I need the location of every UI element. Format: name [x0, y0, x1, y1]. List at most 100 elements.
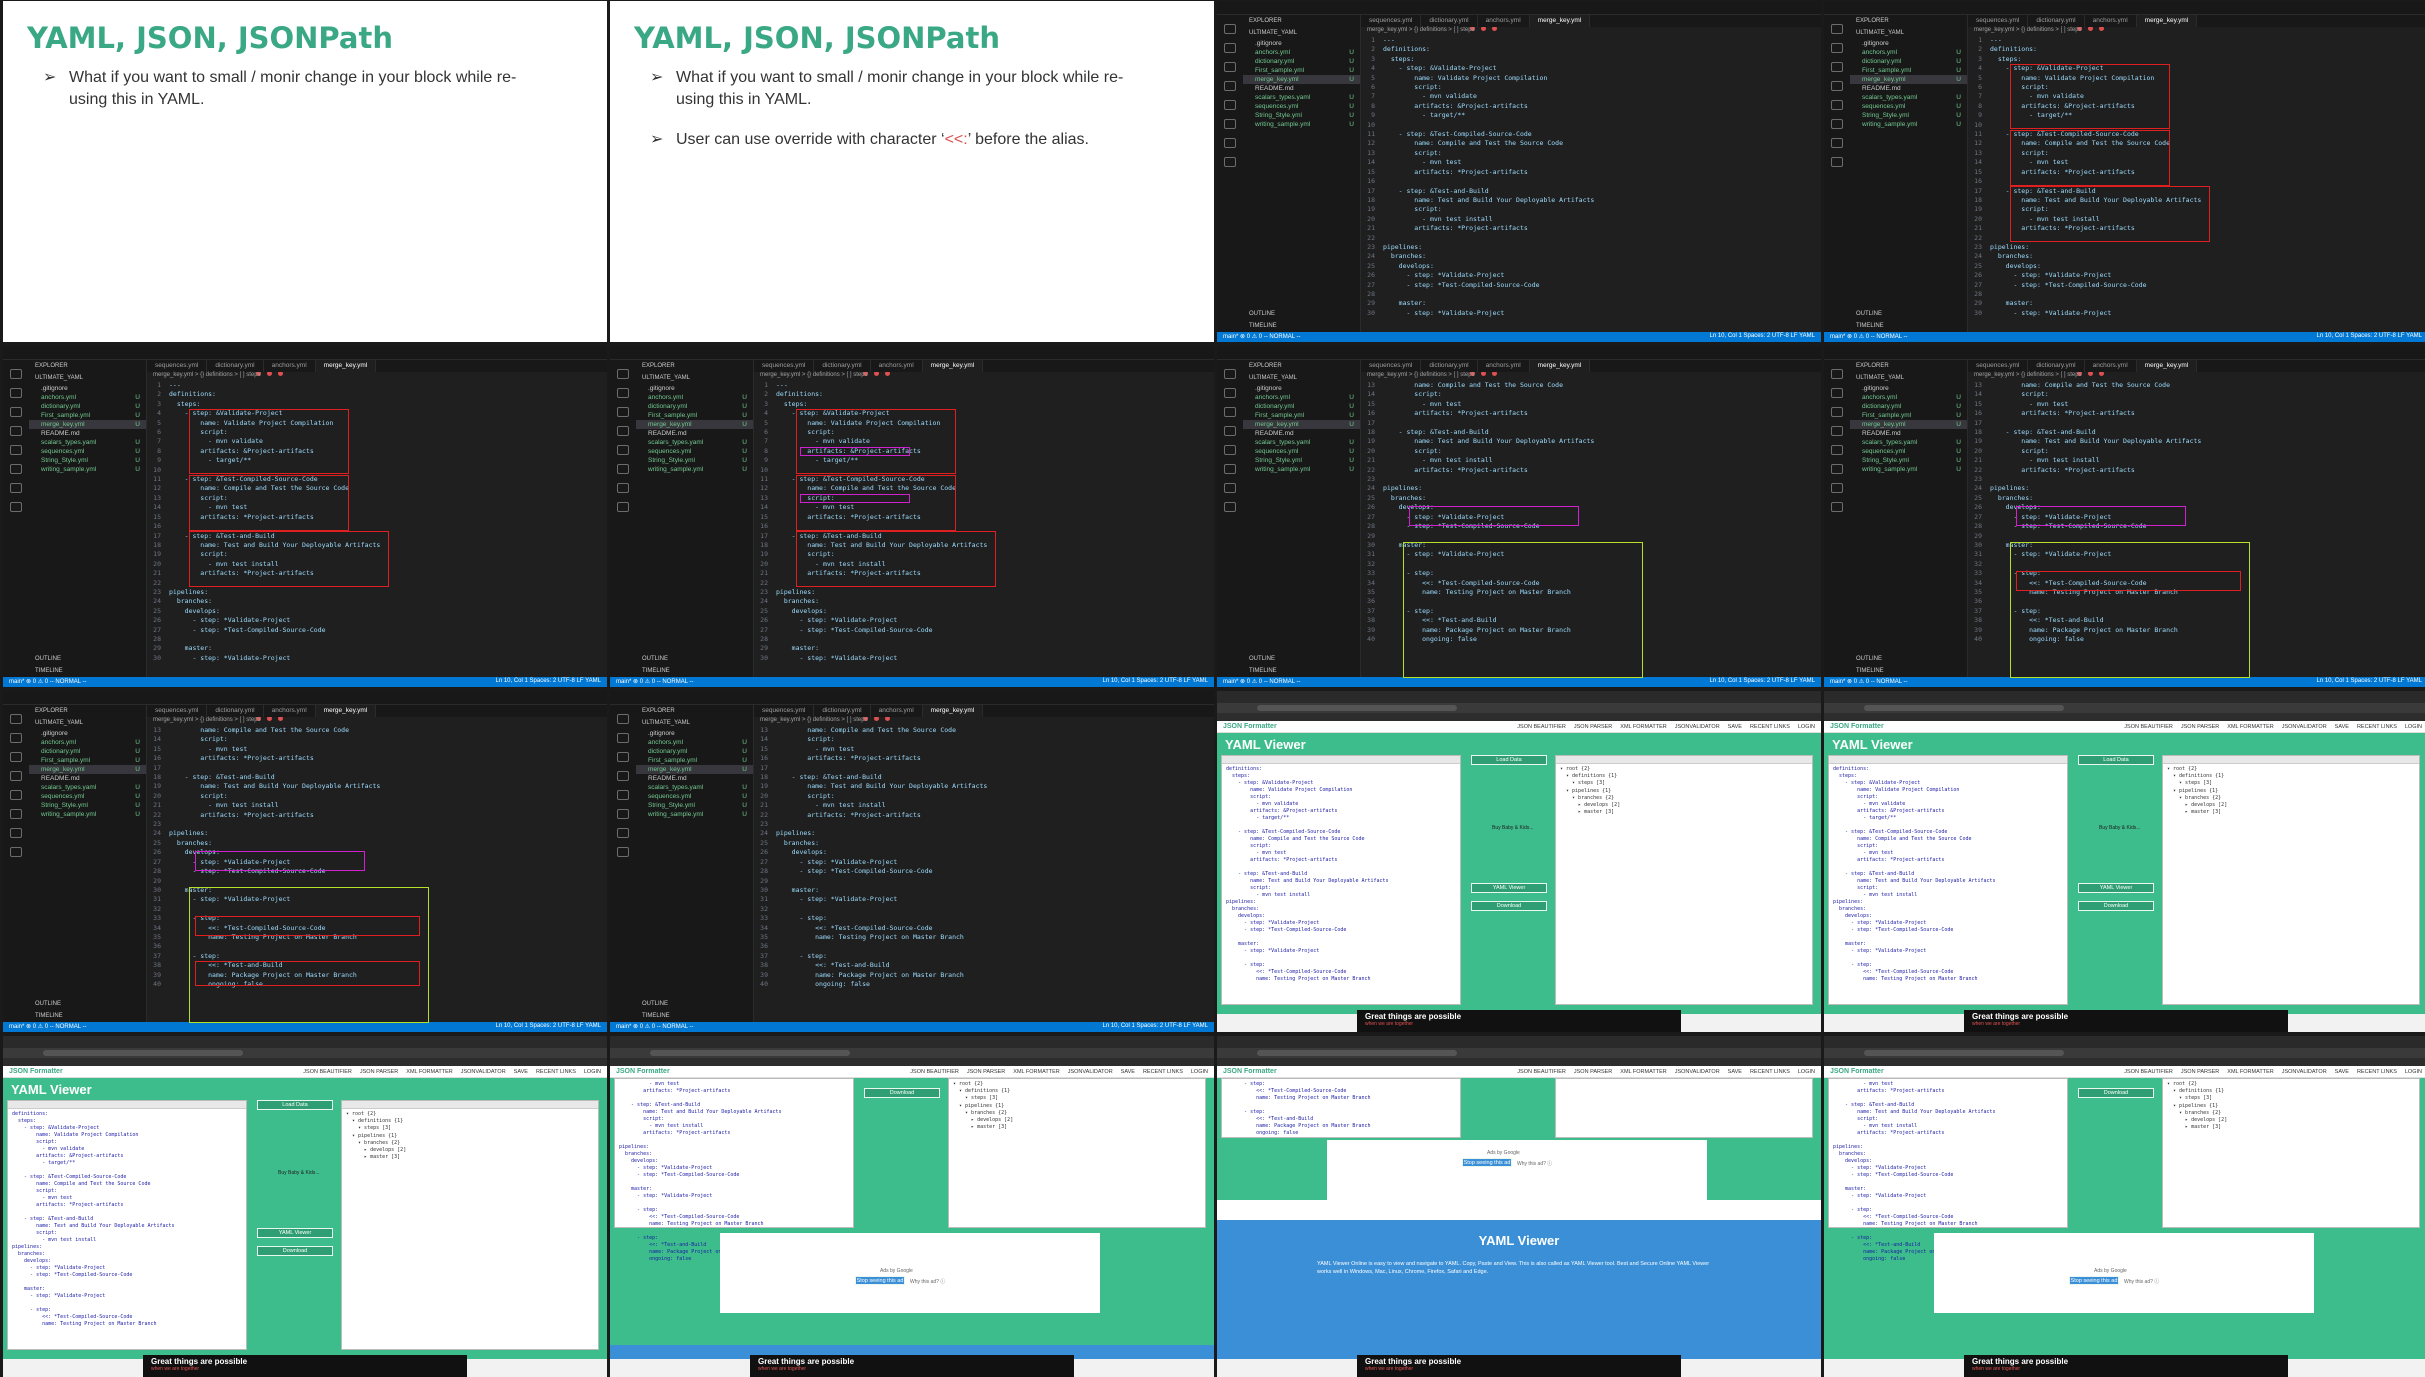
testing-icon[interactable] — [1831, 138, 1843, 148]
ad-banner[interactable]: Great things are possible when we are tog… — [143, 1355, 467, 1377]
nav-link[interactable]: JSON PARSER — [360, 1069, 398, 1075]
stop-ad-button[interactable]: Stop seeing this ad — [2069, 1276, 2119, 1285]
tab-sequences-yml[interactable]: sequences.yml — [147, 705, 208, 717]
file-item[interactable]: dictionary.yml U — [636, 402, 753, 411]
tab-sequences-yml[interactable]: sequences.yml — [1968, 15, 2029, 27]
nav-link[interactable]: SAVE — [514, 1069, 528, 1075]
file-item[interactable]: anchors.yml U — [29, 738, 146, 747]
tab-anchors-yml[interactable]: anchors.yml — [264, 705, 316, 717]
run-debug-icon[interactable] — [10, 771, 22, 781]
file-item[interactable]: anchors.yml U — [29, 393, 146, 402]
file-item[interactable]: String_Style.yml U — [1850, 111, 1967, 120]
remote-icon[interactable] — [1224, 119, 1236, 129]
timeline-section[interactable]: TIMELINE — [29, 1010, 146, 1022]
run-debug-icon[interactable] — [617, 426, 629, 436]
yaml-source[interactable]: definitions: steps: - step: &Validate-Pr… — [1222, 764, 1460, 985]
url-field[interactable] — [1257, 705, 1457, 711]
nav-link[interactable]: JSONVALIDATOR — [1068, 1069, 1113, 1075]
tree-view-pane[interactable]: ▾ root {2} ▾ definitions {1} ▾ steps [3]… — [2162, 1078, 2420, 1228]
tab-merge_key-yml[interactable]: merge_key.yml — [315, 360, 377, 372]
file-item[interactable]: scalars_types.yaml U — [636, 438, 753, 447]
nav-link[interactable]: RECENT LINKS — [536, 1069, 576, 1075]
file-item[interactable]: sequences.yml U — [636, 447, 753, 456]
files-icon[interactable] — [1224, 24, 1236, 34]
extensions-icon[interactable] — [617, 790, 629, 800]
timeline-section[interactable]: TIMELINE — [1243, 665, 1360, 677]
ad-product-image[interactable] — [2086, 773, 2146, 823]
outline-section[interactable]: OUTLINE — [636, 998, 753, 1010]
nav-link[interactable]: LOGIN — [2405, 724, 2422, 730]
files-icon[interactable] — [617, 369, 629, 379]
yaml-source[interactable]: - step: <<: *Test-Compiled-Source-Code n… — [1222, 1079, 1460, 1139]
site-logo[interactable]: JSON Formatter — [1830, 723, 1884, 730]
search-icon[interactable] — [1224, 43, 1236, 53]
outline-section[interactable]: OUTLINE — [636, 653, 753, 665]
search-icon[interactable] — [617, 733, 629, 743]
url-field[interactable] — [1864, 1050, 2064, 1056]
file-item[interactable]: README.md — [1850, 429, 1967, 438]
tab-anchors-yml[interactable]: anchors.yml — [1478, 15, 1530, 27]
nav-link[interactable]: JSONVALIDATOR — [461, 1069, 506, 1075]
file-item[interactable]: .gitignore — [1243, 384, 1360, 393]
file-item[interactable]: sequences.yml U — [1243, 447, 1360, 456]
nav-link[interactable]: XML FORMATTER — [2227, 1069, 2273, 1075]
file-item[interactable]: First_sample.yml U — [1850, 411, 1967, 420]
nav-link[interactable]: SAVE — [2335, 724, 2349, 730]
nav-link[interactable]: XML FORMATTER — [406, 1069, 452, 1075]
file-item[interactable]: merge_key.yml U — [1850, 75, 1967, 84]
remote-icon[interactable] — [10, 809, 22, 819]
run-debug-icon[interactable] — [1224, 426, 1236, 436]
nav-link[interactable]: JSON PARSER — [1574, 724, 1612, 730]
files-icon[interactable] — [617, 714, 629, 724]
tab-anchors-yml[interactable]: anchors.yml — [2085, 15, 2137, 27]
tab-dictionary-yml[interactable]: dictionary.yml — [814, 705, 871, 717]
file-item[interactable]: .gitignore — [1243, 39, 1360, 48]
source-control-icon[interactable] — [10, 407, 22, 417]
stop-ad-button[interactable]: Stop seeing this ad — [1462, 1158, 1512, 1167]
nav-link[interactable]: LOGIN — [1798, 724, 1815, 730]
outline-section[interactable]: OUTLINE — [1850, 308, 1967, 320]
file-item[interactable]: .gitignore — [29, 384, 146, 393]
file-item[interactable]: merge_key.yml U — [1850, 420, 1967, 429]
tab-merge_key-yml[interactable]: merge_key.yml — [2136, 360, 2198, 372]
site-logo[interactable]: JSON Formatter — [1223, 1068, 1277, 1075]
yaml-viewer-button[interactable]: YAML Viewer — [2078, 883, 2154, 893]
file-item[interactable]: scalars_types.yaml U — [29, 438, 146, 447]
file-item[interactable]: scalars_types.yaml U — [636, 783, 753, 792]
breadcrumb[interactable]: merge_key.yml > {} definitions > [ ] ste… — [1367, 372, 1475, 378]
tab-dictionary-yml[interactable]: dictionary.yml — [1421, 360, 1478, 372]
workspace-root[interactable]: ULTIMATE_YAML — [29, 372, 146, 384]
yaml-input-pane[interactable]: - mvn test artifacts: *Project-artifacts… — [614, 1078, 854, 1262]
source-control-icon[interactable] — [617, 752, 629, 762]
tab-sequences-yml[interactable]: sequences.yml — [754, 705, 815, 717]
yaml-input-pane[interactable]: - step: <<: *Test-Compiled-Source-Code n… — [1221, 1078, 1461, 1138]
run-debug-icon[interactable] — [617, 771, 629, 781]
download-button[interactable]: Download — [1471, 901, 1547, 911]
nav-link[interactable]: RECENT LINKS — [2357, 1069, 2397, 1075]
download-button[interactable]: Download — [864, 1088, 940, 1098]
nav-link[interactable]: JSON BEAUTIFIER — [1517, 1069, 1566, 1075]
nav-link[interactable]: JSON PARSER — [2181, 724, 2219, 730]
run-debug-icon[interactable] — [1224, 81, 1236, 91]
breadcrumb[interactable]: merge_key.yml > {} definitions > [ ] ste… — [1367, 27, 1475, 33]
yaml-input-pane[interactable]: definitions: steps: - step: &Validate-Pr… — [7, 1100, 247, 1350]
file-item[interactable]: scalars_types.yaml U — [1243, 438, 1360, 447]
remote-icon[interactable] — [1831, 119, 1843, 129]
yaml-source[interactable]: definitions: steps: - step: &Validate-Pr… — [8, 1109, 246, 1330]
nav-link[interactable]: JSONVALIDATOR — [1675, 1069, 1720, 1075]
file-item[interactable]: dictionary.yml U — [1243, 402, 1360, 411]
workspace-root[interactable]: ULTIMATE_YAML — [1850, 372, 1967, 384]
nav-link[interactable]: LOGIN — [1191, 1069, 1208, 1075]
nav-link[interactable]: JSON BEAUTIFIER — [303, 1069, 352, 1075]
nav-link[interactable]: RECENT LINKS — [2357, 724, 2397, 730]
breadcrumb[interactable]: merge_key.yml > {} definitions > [ ] ste… — [1974, 372, 2082, 378]
file-item[interactable]: scalars_types.yaml U — [1850, 438, 1967, 447]
workspace-root[interactable]: ULTIMATE_YAML — [636, 372, 753, 384]
tab-dictionary-yml[interactable]: dictionary.yml — [1421, 15, 1478, 27]
breadcrumb[interactable]: merge_key.yml > {} definitions > [ ] ste… — [760, 717, 868, 723]
tab-merge_key-yml[interactable]: merge_key.yml — [922, 360, 984, 372]
tree-view-pane[interactable]: ▾ root {2} ▾ definitions {1} ▾ steps [3]… — [948, 1078, 1206, 1228]
file-item[interactable]: README.md — [1243, 84, 1360, 93]
extensions-icon[interactable] — [1224, 445, 1236, 455]
source-control-icon[interactable] — [1831, 407, 1843, 417]
